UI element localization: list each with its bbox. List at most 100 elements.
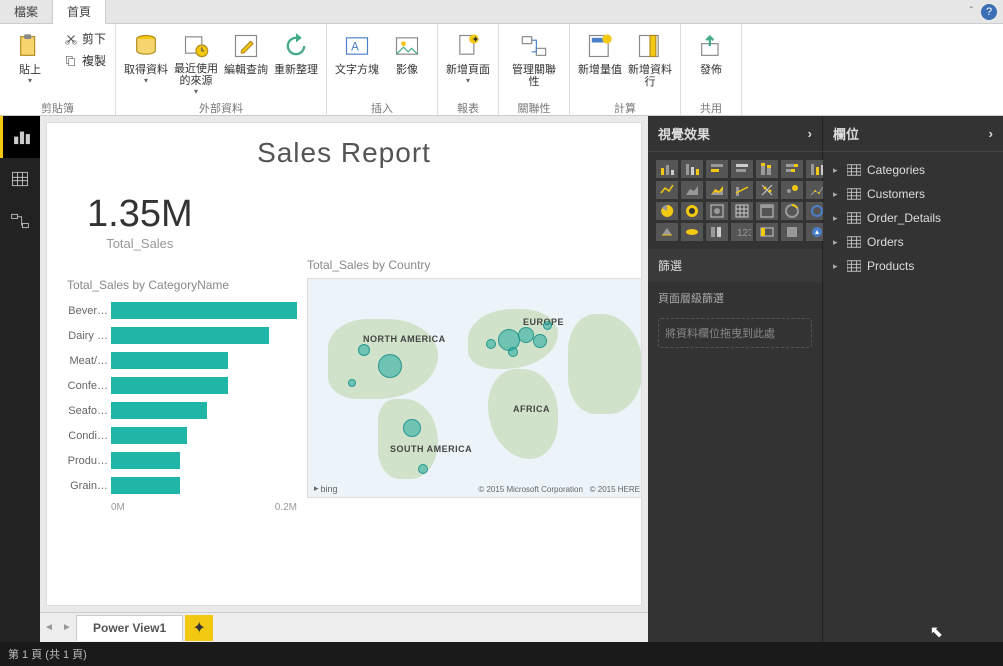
new-page-button[interactable]: ✦新增頁面▾: [444, 28, 492, 98]
report-canvas[interactable]: Sales Report 1.35M Total_Sales Total_Sal…: [46, 122, 642, 606]
table-icon: [847, 212, 861, 224]
bar-category: Seafo…: [67, 405, 111, 417]
textbox-button[interactable]: A文字方塊: [333, 28, 381, 98]
bar-row[interactable]: Grain…: [67, 473, 297, 498]
viz-type-button[interactable]: [681, 181, 703, 199]
bar-row[interactable]: Dairy …: [67, 323, 297, 348]
field-table[interactable]: ▸Customers: [823, 182, 1003, 206]
bar-row[interactable]: Confe…: [67, 373, 297, 398]
data-view-button[interactable]: [0, 158, 40, 200]
chevron-right-icon: ▸: [833, 261, 841, 272]
edit-query-button[interactable]: 編輯查詢: [222, 28, 270, 98]
ribbon-group-report: ✦新增頁面▾ 報表: [438, 24, 499, 115]
table-icon: [847, 260, 861, 272]
publish-button[interactable]: 發佈: [687, 28, 735, 98]
copy-button[interactable]: 複製: [60, 50, 109, 71]
viz-type-button[interactable]: [681, 160, 703, 178]
bar-row[interactable]: Bever…: [67, 298, 297, 323]
svg-text:123: 123: [737, 228, 751, 239]
bar-category: Confe…: [67, 380, 111, 392]
field-table[interactable]: ▸Orders: [823, 230, 1003, 254]
viz-pane-header[interactable]: 視覺效果›: [648, 116, 822, 152]
map-label: SOUTH AMERICA: [390, 444, 472, 454]
viz-type-button[interactable]: [681, 223, 703, 241]
filter-section-header[interactable]: 篩選: [648, 249, 822, 282]
group-label: 插入: [371, 98, 393, 118]
viz-type-button[interactable]: [781, 160, 803, 178]
map-visual[interactable]: Total_Sales by Country NORTH AMERICA SOU…: [307, 258, 642, 498]
bar-row[interactable]: Produ…: [67, 448, 297, 473]
viz-type-button[interactable]: [656, 181, 678, 199]
group-label: 外部資料: [199, 98, 243, 118]
bar-row[interactable]: Condi…: [67, 423, 297, 448]
tab-home[interactable]: 首頁: [53, 0, 106, 24]
viz-type-button[interactable]: [706, 202, 728, 220]
report-view-button[interactable]: [0, 116, 40, 158]
viz-type-button[interactable]: [781, 181, 803, 199]
filter-scope-label: 頁面層級篩選: [648, 282, 822, 314]
viz-type-button[interactable]: [656, 223, 678, 241]
fields-pane-header[interactable]: 欄位›: [823, 116, 1003, 152]
image-button[interactable]: 影像: [383, 28, 431, 98]
bar-category: Dairy …: [67, 330, 111, 342]
refresh-button[interactable]: 重新整理: [272, 28, 320, 98]
viz-type-button[interactable]: [781, 223, 803, 241]
collapse-ribbon-icon[interactable]: ˆ: [970, 6, 973, 17]
viz-type-button[interactable]: [681, 202, 703, 220]
viz-type-button[interactable]: [781, 202, 803, 220]
add-page-button[interactable]: ✦: [185, 615, 213, 641]
filter-drop-zone[interactable]: 將資料欄位拖曳到此處: [658, 318, 812, 348]
svg-text:✦: ✦: [472, 35, 480, 45]
viz-type-button[interactable]: 123: [731, 223, 753, 241]
kpi-card[interactable]: 1.35M Total_Sales: [87, 193, 193, 251]
bar-chart[interactable]: Total_Sales by CategoryName Bever…Dairy …: [67, 278, 297, 513]
chevron-right-icon: ›: [808, 126, 812, 141]
viz-type-button[interactable]: [656, 202, 678, 220]
bar-row[interactable]: Seafo…: [67, 398, 297, 423]
viz-type-button[interactable]: [756, 181, 778, 199]
tab-file[interactable]: 檔案: [0, 0, 53, 23]
viz-type-button[interactable]: [706, 160, 728, 178]
model-view-button[interactable]: [0, 200, 40, 242]
svg-text:A: A: [351, 41, 359, 54]
viz-type-button[interactable]: [756, 160, 778, 178]
group-label: 關聯性: [518, 98, 551, 118]
page-prev-button[interactable]: ◄: [40, 622, 58, 633]
viz-type-button[interactable]: [731, 202, 753, 220]
map-box[interactable]: NORTH AMERICA SOUTH AMERICA EUROPE AFRIC…: [307, 278, 642, 498]
viz-type-button[interactable]: [656, 160, 678, 178]
map-label: AFRICA: [513, 404, 550, 414]
xaxis-tick: 0M: [111, 502, 125, 513]
viz-type-button[interactable]: [731, 181, 753, 199]
viz-type-button[interactable]: [756, 223, 778, 241]
map-attribution: © 2015 Microsoft Corporation © 2015 HERE: [478, 485, 640, 494]
kpi-label: Total_Sales: [87, 236, 193, 251]
field-table[interactable]: ▸Categories: [823, 158, 1003, 182]
page-next-button[interactable]: ►: [58, 622, 76, 633]
ribbon-group-relation: 管理關聯性 關聯性: [499, 24, 570, 115]
help-icon[interactable]: ?: [981, 4, 997, 20]
chevron-right-icon: ▸: [833, 165, 841, 176]
field-table[interactable]: ▸Order_Details: [823, 206, 1003, 230]
xaxis-tick: 0.2M: [275, 502, 297, 513]
viz-type-button[interactable]: [706, 223, 728, 241]
new-measure-button[interactable]: 新增量值: [576, 28, 624, 98]
paste-button[interactable]: 貼上 ▾: [6, 28, 54, 98]
table-icon: [847, 164, 861, 176]
get-data-button[interactable]: 取得資料▾: [122, 28, 170, 98]
viz-type-button[interactable]: [706, 181, 728, 199]
viz-type-button[interactable]: [731, 160, 753, 178]
field-table[interactable]: ▸Products: [823, 254, 1003, 278]
group-label: 共用: [700, 98, 722, 118]
recent-sources-button[interactable]: 最近使用的來源▾: [172, 28, 220, 98]
bar-row[interactable]: Meat/…: [67, 348, 297, 373]
page-tab[interactable]: Power View1: [76, 615, 183, 641]
viz-type-button[interactable]: [756, 202, 778, 220]
ribbon-group-external: 取得資料▾ 最近使用的來源▾ 編輯查詢 重新整理 外部資料: [116, 24, 327, 115]
cut-button[interactable]: 剪下: [60, 28, 109, 49]
map-title: Total_Sales by Country: [307, 258, 642, 272]
bar-category: Condi…: [67, 430, 111, 442]
new-column-button[interactable]: 新增資料行: [626, 28, 674, 98]
ribbon-group-clipboard: 貼上 ▾ 剪下 複製 剪貼簿: [0, 24, 116, 115]
manage-relations-button[interactable]: 管理關聯性: [505, 28, 563, 98]
